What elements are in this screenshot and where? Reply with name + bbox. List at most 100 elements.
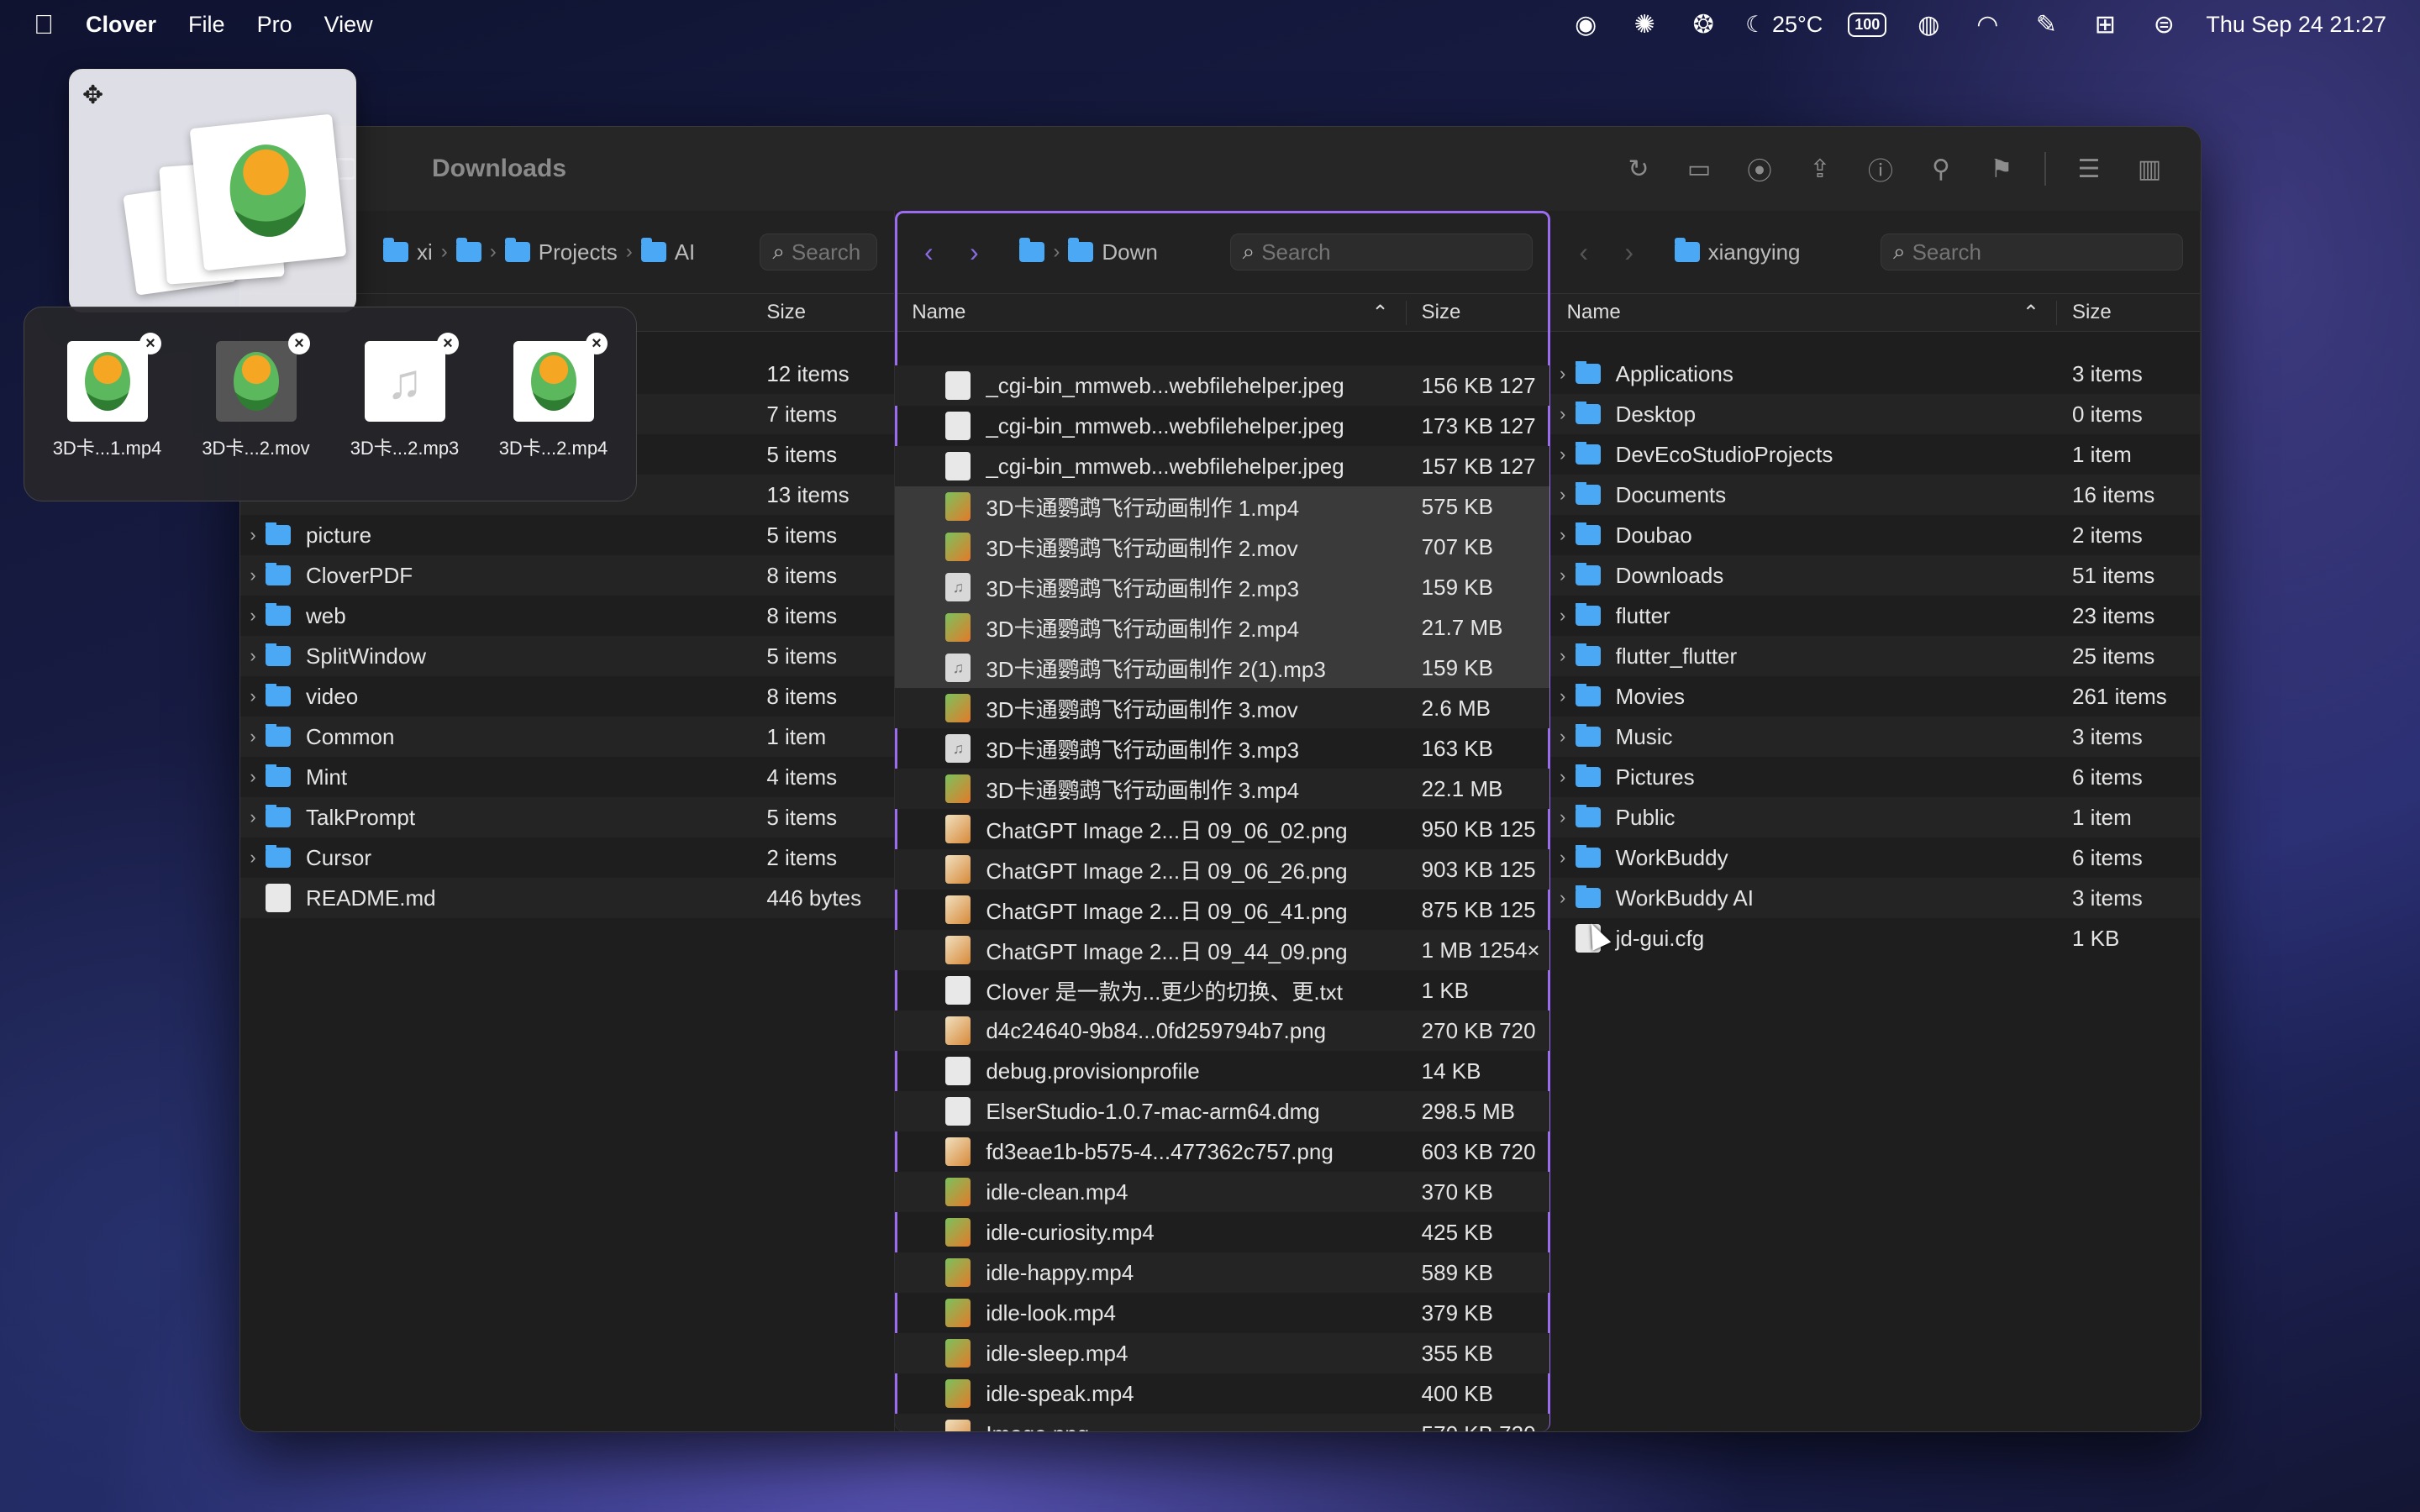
battery-icon[interactable]: 100 — [1848, 12, 1887, 37]
table-row[interactable]: › Documents 16 items — [1549, 475, 2200, 515]
table-row[interactable]: › Public 1 item — [1549, 797, 2200, 837]
pin-icon[interactable]: ✎ — [2029, 8, 2063, 41]
table-row[interactable]: 3D卡通鹦鹉飞行动画制作 2.mp4 21.7 MB — [895, 607, 1549, 648]
table-row[interactable]: 3D卡通鹦鹉飞行动画制作 3.mov 2.6 MB — [895, 688, 1549, 728]
shelf-item[interactable]: × 3D卡...1.mp4 — [41, 333, 173, 501]
name-column-header[interactable]: Name ⌃ — [1550, 300, 2057, 325]
sparkle-icon[interactable]: ✺ — [1628, 8, 1661, 41]
remove-icon[interactable]: × — [437, 333, 459, 354]
disclosure-chevron-icon[interactable]: › — [1550, 806, 1576, 828]
disclosure-chevron-icon[interactable]: › — [1550, 403, 1576, 425]
drag-stack-preview[interactable]: ✥ — [69, 69, 356, 312]
airdrop-icon[interactable]: ⦿ — [1742, 151, 1777, 186]
column-view-icon[interactable]: ▥ — [2132, 151, 2167, 186]
size-column-header[interactable]: Size — [2057, 301, 2200, 324]
disclosure-chevron-icon[interactable]: › — [240, 806, 266, 828]
remove-icon[interactable]: × — [586, 333, 608, 354]
voice-icon[interactable]: ◍ — [1912, 8, 1945, 41]
back-arrow-icon[interactable]: ‹ — [1567, 235, 1601, 269]
table-row[interactable]: idle-curiosity.mp4 425 KB — [895, 1212, 1549, 1252]
table-row[interactable]: ChatGPT Image 2...日 09_06_02.png 950 KB 1… — [895, 809, 1549, 849]
folder-icon[interactable] — [383, 238, 408, 262]
middle-search[interactable]: ⌕ — [1229, 234, 1533, 270]
table-row[interactable]: › video 8 items — [240, 676, 894, 717]
table-row[interactable]: › flutter 23 items — [1550, 596, 2200, 636]
table-row[interactable]: idle-sleep.mp4 355 KB — [895, 1333, 1549, 1373]
table-row[interactable]: d4c24640-9b84...0fd259794b7.png 270 KB 72… — [895, 1011, 1549, 1051]
clock[interactable]: Thu Sep 24 21:27 — [2206, 12, 2386, 38]
table-row[interactable]: debug.provisionprofile 14 KB — [895, 1051, 1549, 1091]
apple-menu-icon[interactable]:  — [34, 9, 54, 40]
refresh-icon[interactable]: ↻ — [1621, 151, 1656, 186]
pin-outline-icon[interactable]: ⚲ — [1923, 151, 1959, 186]
table-row[interactable]: › Mint 4 items — [240, 757, 894, 797]
table-row[interactable]: idle-look.mp4 379 KB — [895, 1293, 1549, 1333]
breadcrumb-item[interactable]: xiangying — [1708, 239, 1801, 265]
disclosure-chevron-icon[interactable]: › — [1550, 564, 1576, 586]
menu-file[interactable]: File — [188, 12, 225, 38]
table-row[interactable]: ChatGPT Image 2...日 09_06_26.png 903 KB 1… — [895, 849, 1549, 890]
disclosure-chevron-icon[interactable]: › — [1550, 524, 1576, 546]
remove-icon[interactable]: × — [288, 333, 310, 354]
left-search[interactable]: ⌕ — [760, 234, 878, 270]
table-row[interactable]: 3D卡通鹦鹉飞行动画制作 3.mp4 22.1 MB — [895, 769, 1549, 809]
disclosure-chevron-icon[interactable]: › — [1550, 363, 1576, 385]
terminal-icon[interactable]: ▭ — [1681, 151, 1717, 186]
disclosure-chevron-icon[interactable]: › — [240, 564, 266, 586]
wifi-icon[interactable]: ◠ — [1970, 8, 2004, 41]
table-row[interactable]: 3D卡通鹦鹉飞行动画制作 2.mov 707 KB — [895, 527, 1549, 567]
move-icon[interactable]: ✥ — [82, 81, 103, 110]
table-row[interactable]: 3D卡通鹦鹉飞行动画制作 1.mp4 575 KB — [895, 486, 1549, 527]
table-row[interactable]: › Pictures 6 items — [1550, 757, 2200, 797]
disclosure-chevron-icon[interactable]: › — [240, 645, 266, 667]
disclosure-chevron-icon[interactable]: › — [240, 524, 266, 546]
audio-thumbnail[interactable]: ♫ — [364, 341, 445, 422]
middle-pane[interactable]: ‹ › › Down ⌕ Name ⌃ Size — [895, 211, 1550, 1431]
search-input[interactable] — [1261, 239, 1520, 265]
breadcrumb-item[interactable]: AI — [675, 239, 696, 265]
list-view-icon[interactable]: ☰ — [2071, 151, 2107, 186]
table-row[interactable]: › Common 1 item — [240, 717, 895, 757]
table-row[interactable]: ♫ 3D卡通鹦鹉飞行动画制作 2.mp3 159 KB — [895, 567, 1549, 607]
table-row[interactable]: ♫ 3D卡通鹦鹉飞行动画制作 3.mp3 163 KB — [895, 728, 1549, 769]
table-row[interactable]: fd3eae1b-b575-4...477362c757.png 603 KB 7… — [895, 1131, 1549, 1172]
control-center-icon[interactable]: ⊜ — [2147, 8, 2181, 41]
table-row[interactable]: _cgi-bin_mmweb...webfilehelper.jpeg 157 K… — [895, 446, 1549, 486]
disclosure-chevron-icon[interactable]: › — [240, 685, 266, 707]
table-row[interactable]: › WorkBuddy 6 items — [1550, 837, 2200, 878]
disclosure-chevron-icon[interactable]: › — [1550, 605, 1576, 627]
openai-icon[interactable]: ❂ — [1686, 8, 1720, 41]
breadcrumb-item[interactable]: Down — [1102, 239, 1157, 265]
name-column-header[interactable]: Name ⌃ — [895, 300, 1407, 325]
table-row[interactable]: › Doubao 2 items — [1550, 515, 2200, 555]
video-thumbnail[interactable] — [66, 341, 148, 422]
right-search[interactable]: ⌕ — [1881, 234, 2183, 270]
forward-arrow-icon[interactable]: › — [1612, 235, 1646, 269]
table-row[interactable]: › flutter_flutter 25 items — [1549, 636, 2200, 676]
menu-app-name[interactable]: Clover — [86, 12, 156, 38]
table-row[interactable]: idle-happy.mp4 589 KB — [895, 1252, 1549, 1293]
breadcrumb-item[interactable]: xi — [417, 239, 433, 265]
folder-icon[interactable] — [455, 238, 481, 262]
table-row[interactable]: idle-speak.mp4 400 KB — [895, 1373, 1549, 1414]
search-input[interactable] — [1912, 239, 2170, 265]
remove-icon[interactable]: × — [139, 333, 161, 354]
video-thumbnail[interactable] — [215, 341, 297, 422]
table-row[interactable]: _cgi-bin_mmweb...webfilehelper.jpeg 156 K… — [895, 365, 1549, 406]
info-icon[interactable]: ⓘ — [1863, 151, 1898, 186]
size-column-header[interactable]: Size — [751, 301, 894, 324]
home-folder-icon[interactable] — [1019, 238, 1045, 262]
table-row[interactable]: › Music 3 items — [1549, 717, 2200, 757]
panda-icon[interactable]: ◉ — [1569, 8, 1602, 41]
table-row[interactable]: › WorkBuddy AI 3 items — [1549, 878, 2200, 918]
table-row[interactable]: jd-gui.cfg 1 KB — [1550, 918, 2200, 958]
table-row[interactable]: › TalkPrompt 5 items — [240, 797, 895, 837]
breadcrumb-item[interactable]: Projects — [539, 239, 618, 265]
weather-status[interactable]: ☾ 25°C — [1745, 12, 1823, 38]
window-add-icon[interactable]: ⊞ — [2088, 8, 2122, 41]
table-row[interactable]: ♫ 3D卡通鹦鹉飞行动画制作 2(1).mp3 159 KB — [895, 648, 1549, 688]
table-row[interactable]: ElserStudio-1.0.7-mac-arm64.dmg 298.5 MB — [895, 1091, 1549, 1131]
disclosure-chevron-icon[interactable]: › — [1550, 645, 1576, 667]
disclosure-chevron-icon[interactable]: › — [240, 605, 266, 627]
disclosure-chevron-icon[interactable]: › — [1550, 766, 1576, 788]
